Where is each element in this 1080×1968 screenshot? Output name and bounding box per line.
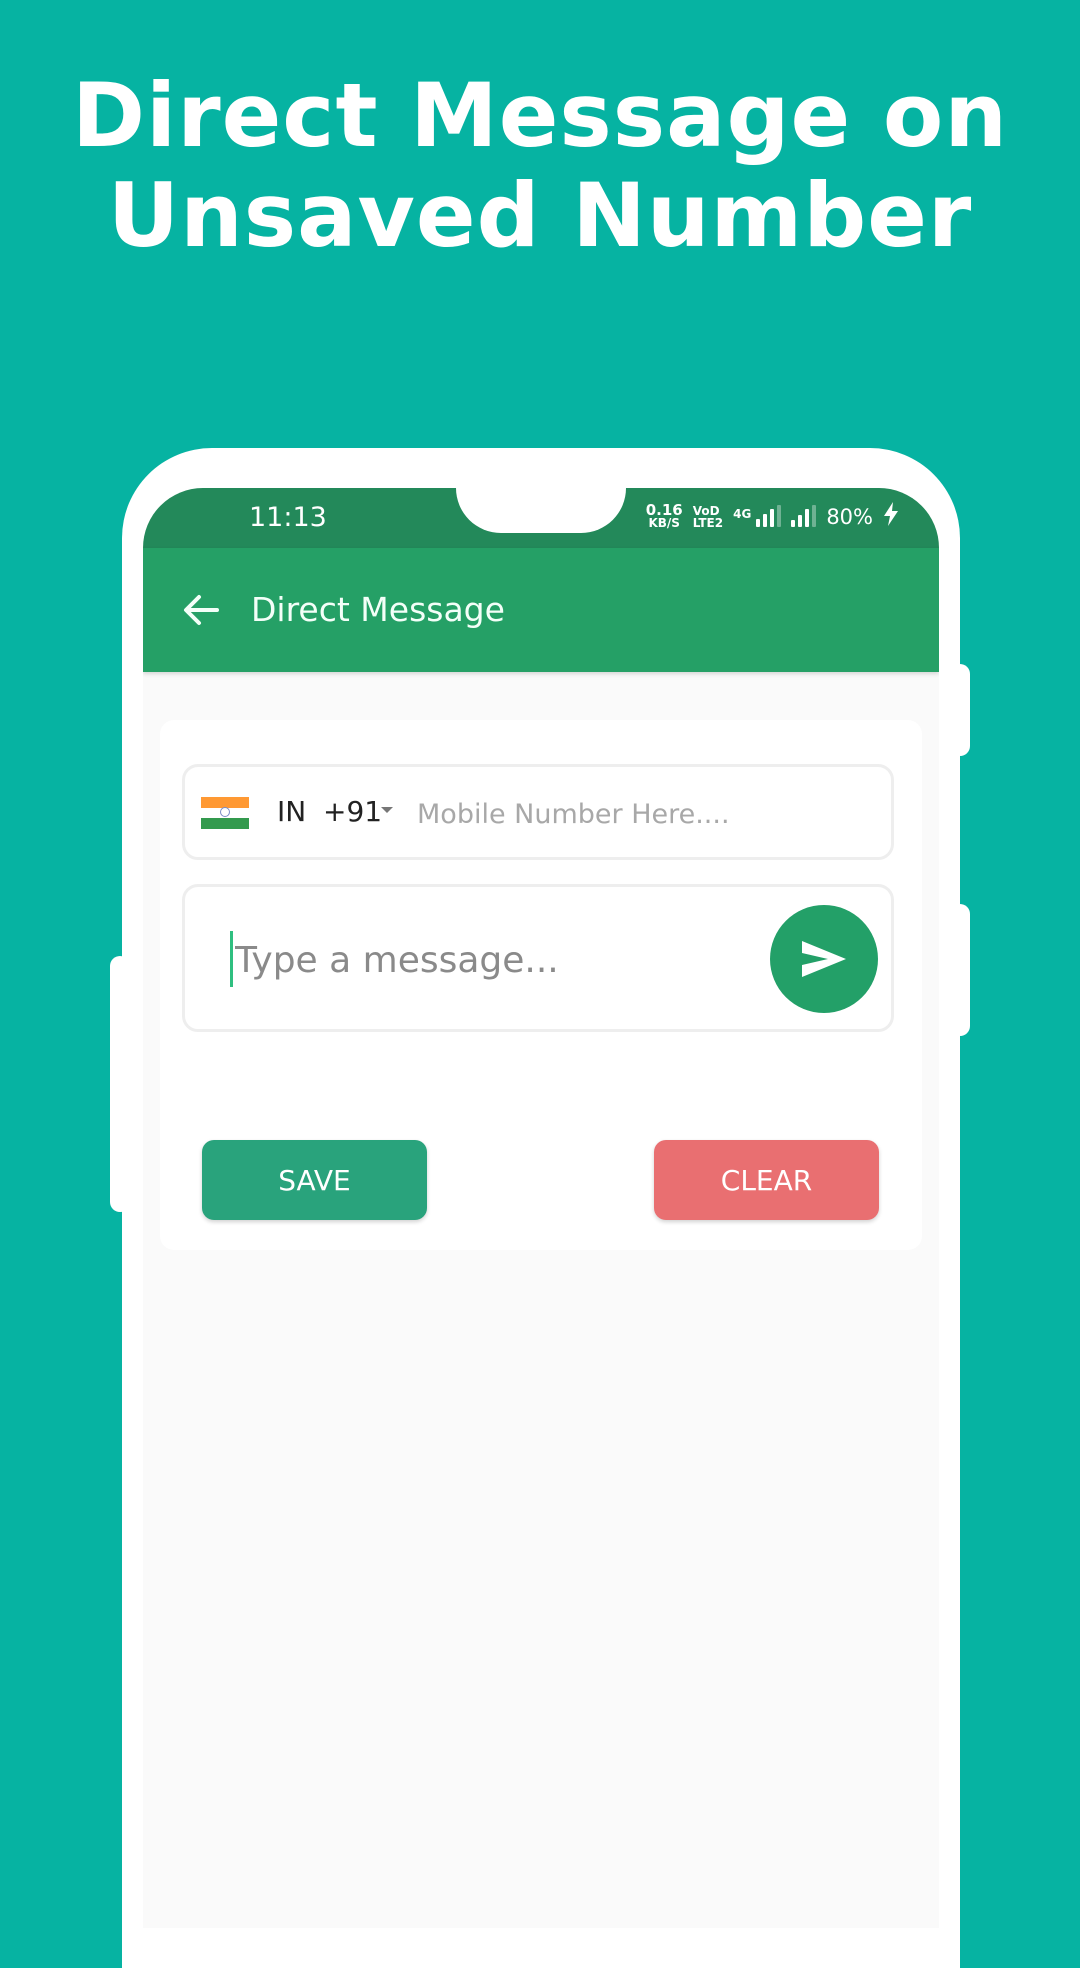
volte-icon: VoD LTE2 — [693, 505, 723, 529]
send-button[interactable] — [770, 905, 878, 1013]
back-button[interactable] — [179, 588, 223, 632]
save-button[interactable]: SAVE — [202, 1140, 427, 1220]
status-time: 11:13 — [249, 502, 327, 533]
india-flag-icon[interactable] — [201, 797, 249, 829]
phone-screen: 11:13 0.16 KB/S VoD LTE2 4G 80% Direct M… — [143, 488, 939, 1928]
network-speed: 0.16 KB/S — [645, 500, 683, 530]
sim1-signal-icon: 4G — [733, 504, 782, 527]
volte-top: VoD — [692, 503, 720, 518]
message-field — [182, 884, 894, 1032]
network-type: 4G — [733, 506, 752, 521]
volte-bottom: LTE2 — [692, 515, 724, 530]
arrow-left-icon — [184, 595, 219, 625]
network-speed-unit: KB/S — [648, 515, 680, 530]
country-iso[interactable]: IN — [277, 795, 306, 828]
message-input[interactable] — [233, 931, 757, 989]
headline-line-1: Direct Message on — [72, 64, 1008, 167]
network-speed-value: 0.16 — [645, 500, 683, 519]
sim2-signal-icon — [791, 504, 817, 527]
promo-headline: Direct Message on Unsaved Number — [0, 66, 1080, 266]
send-icon — [802, 941, 846, 977]
status-bar: 11:13 0.16 KB/S VoD LTE2 4G 80% — [143, 488, 939, 548]
country-dial-code[interactable]: +91 — [323, 795, 382, 828]
phone-number-field: IN +91 — [182, 764, 894, 860]
clear-button[interactable]: CLEAR — [654, 1140, 879, 1220]
status-icons: 0.16 KB/S VoD LTE2 4G 80% — [646, 502, 899, 531]
battery-level: 80% — [826, 504, 873, 529]
page-title: Direct Message — [251, 590, 505, 629]
message-form-card: IN +91 SAVE CLEAR — [160, 720, 922, 1250]
app-bar: Direct Message — [143, 548, 939, 672]
camera-notch — [456, 488, 626, 533]
charging-bolt-icon — [883, 502, 899, 531]
country-dropdown-caret-icon[interactable] — [381, 807, 393, 813]
mobile-number-input[interactable] — [415, 789, 879, 839]
headline-line-2: Unsaved Number — [107, 164, 973, 267]
